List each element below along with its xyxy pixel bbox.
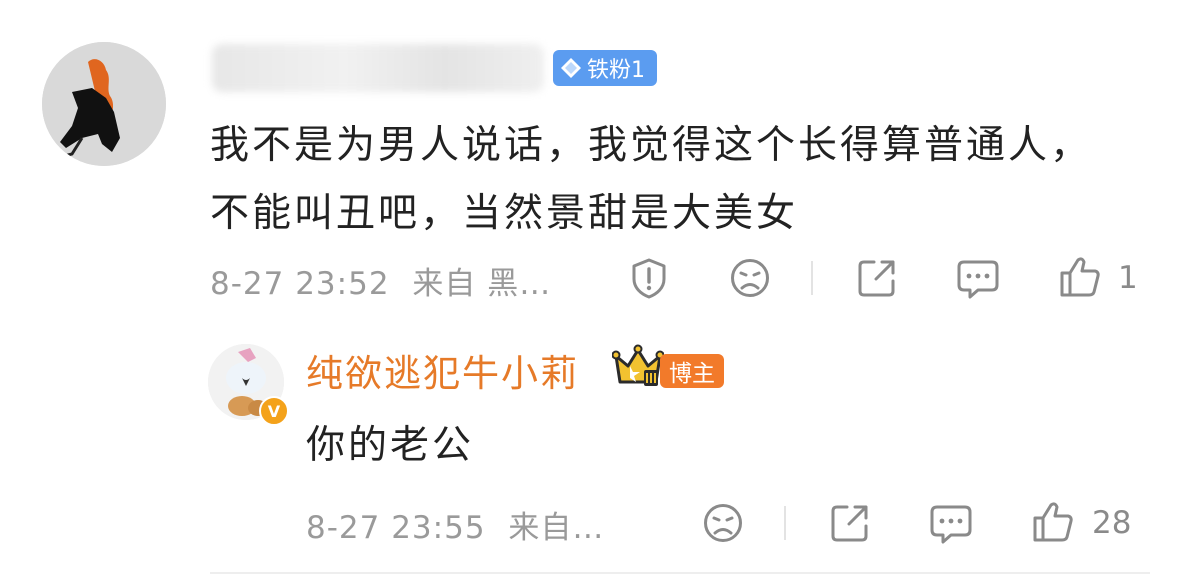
comment-source: 来自 黑… <box>412 266 552 302</box>
action-divider <box>811 261 813 295</box>
fan-badge-label: 铁粉1 <box>587 58 645 83</box>
share-icon[interactable] <box>829 502 871 544</box>
action-divider <box>784 506 786 540</box>
reply-source: 来自… <box>508 510 605 546</box>
comment-icon[interactable] <box>929 502 973 544</box>
like-count: 1 <box>1118 260 1138 296</box>
fan-level-badge: 铁粉1 <box>553 50 657 86</box>
crown-icon <box>611 344 665 390</box>
verified-badge: V <box>259 396 289 426</box>
blurred-username[interactable] <box>212 44 544 92</box>
blogger-badge: 博主 <box>660 354 724 388</box>
comment-text: 我不是为男人说话，我觉得这个长得算普通人，不能叫丑吧，当然景甜是大美女 <box>210 123 1093 236</box>
share-icon[interactable] <box>856 257 898 299</box>
blogger-username[interactable]: 纯欲逃犯牛小莉 <box>306 343 579 397</box>
comment-meta: 8-27 23:52 来自 黑… <box>210 258 551 303</box>
dislike-face-icon[interactable] <box>729 257 771 299</box>
reply-text: 你的老公 <box>306 423 475 468</box>
separator-line <box>210 572 1150 574</box>
comment-icon[interactable] <box>956 257 1000 299</box>
like-count: 28 <box>1092 505 1132 541</box>
comment-time: 8-27 23:52 <box>210 266 390 302</box>
diamond-icon <box>561 58 581 78</box>
like-icon[interactable] <box>1031 500 1075 544</box>
reply-meta: 8-27 23:55 来自… <box>306 502 604 547</box>
report-icon[interactable] <box>628 257 670 299</box>
reply-time: 8-27 23:55 <box>306 510 486 546</box>
commenter-avatar[interactable] <box>42 42 166 166</box>
like-icon[interactable] <box>1058 255 1102 299</box>
dislike-face-icon[interactable] <box>702 502 744 544</box>
